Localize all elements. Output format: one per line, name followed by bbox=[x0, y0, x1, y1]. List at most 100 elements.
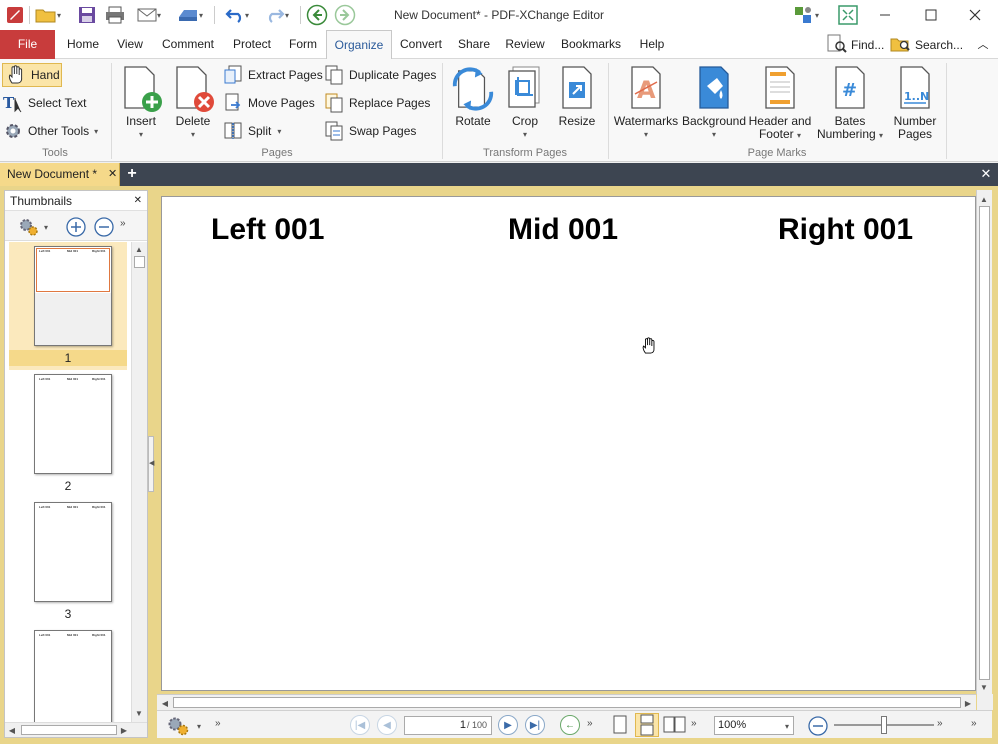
page-number-input[interactable]: 1/ 100 bbox=[404, 716, 492, 735]
more-layout-icon[interactable]: » bbox=[691, 718, 697, 729]
zoom-out-thumbs-icon[interactable] bbox=[93, 216, 115, 241]
duplicate-pages-button[interactable]: Duplicate Pages bbox=[323, 63, 436, 87]
single-page-icon[interactable] bbox=[611, 715, 629, 738]
tab-organize[interactable]: Organize bbox=[326, 30, 392, 60]
resize-button[interactable]: Resize bbox=[552, 63, 602, 128]
thumbnail-image: Left 001 Mid 001 Right 001 bbox=[34, 630, 112, 722]
tab-view[interactable]: View bbox=[111, 30, 149, 59]
zoom-slider-thumb[interactable] bbox=[881, 716, 887, 734]
more-nav-icon[interactable]: » bbox=[587, 718, 593, 729]
file-tab[interactable]: File bbox=[0, 30, 55, 59]
rotate-button[interactable]: Rotate bbox=[446, 63, 500, 128]
insert-pages-button[interactable]: Insert ▾ bbox=[116, 63, 166, 141]
fullscreen-icon[interactable] bbox=[836, 3, 860, 27]
thumbnail-page-4[interactable]: Left 001 Mid 001 Right 001 4 bbox=[9, 626, 127, 722]
close-all-icon[interactable]: ✕ bbox=[978, 166, 994, 182]
document-view: Left 001 Mid 001 Right 001 ▲ ▼ ◀ ▶ ▾ » |… bbox=[157, 190, 994, 738]
page-marks-group-label: Page Marks bbox=[747, 147, 807, 159]
other-tools-button[interactable]: Other Tools ▾ bbox=[2, 119, 98, 143]
scroll-thumb[interactable] bbox=[134, 256, 145, 268]
thumbnails-horizontal-scrollbar[interactable]: ◀ ▶ bbox=[5, 722, 147, 737]
scroll-left-icon[interactable]: ◀ bbox=[158, 696, 172, 710]
minimize-button[interactable] bbox=[862, 0, 908, 30]
background-button[interactable]: Background ▾ bbox=[681, 63, 747, 141]
mini-text: Mid 001 bbox=[67, 377, 79, 381]
back-view-button[interactable]: ← bbox=[560, 715, 580, 735]
move-pages-button[interactable]: Move Pages bbox=[222, 91, 315, 115]
current-page-value: 1 bbox=[459, 719, 466, 731]
more-zoom-icon[interactable]: » bbox=[937, 718, 943, 729]
find-button[interactable]: Find... bbox=[826, 34, 886, 56]
thumbnail-page-1[interactable]: Left 001 Mid 001 Right 001 1 bbox=[9, 242, 127, 370]
select-text-button[interactable]: T Select Text bbox=[2, 91, 86, 115]
document-horizontal-scrollbar[interactable]: ◀ ▶ bbox=[157, 694, 976, 710]
thumbnail-page-2[interactable]: Left 001 Mid 001 Right 001 2 bbox=[9, 370, 127, 498]
first-page-button[interactable]: |◀ bbox=[350, 715, 370, 735]
two-page-icon[interactable] bbox=[663, 715, 687, 738]
extract-pages-button[interactable]: Extract Pages bbox=[222, 63, 323, 87]
scroll-thumb[interactable] bbox=[173, 697, 961, 708]
thumbnails-toolbar: ▾ » bbox=[5, 211, 147, 241]
status-overflow-icon[interactable]: » bbox=[971, 718, 977, 729]
svg-text:▾: ▾ bbox=[44, 223, 48, 232]
crop-button[interactable]: Crop ▾ bbox=[502, 63, 548, 141]
more-status-icon[interactable]: » bbox=[215, 718, 221, 729]
number-pages-label-2: Pages bbox=[897, 127, 933, 141]
thumbnails-vertical-scrollbar[interactable]: ▲ ▼ bbox=[131, 242, 147, 722]
maximize-button[interactable] bbox=[908, 0, 954, 30]
tab-protect[interactable]: Protect bbox=[227, 30, 277, 59]
prev-page-button[interactable]: ◀ bbox=[377, 715, 397, 735]
number-pages-button[interactable]: 1..N Number Pages bbox=[887, 63, 943, 141]
scroll-thumb[interactable] bbox=[979, 206, 990, 680]
ui-options-icon[interactable]: ▾ bbox=[786, 3, 826, 27]
tab-help[interactable]: Help bbox=[633, 30, 671, 59]
hand-tool-button[interactable]: Hand bbox=[2, 63, 62, 87]
pane-splitter[interactable]: ◀ bbox=[148, 190, 156, 738]
tab-form[interactable]: Form bbox=[283, 30, 323, 59]
scroll-right-icon[interactable]: ▶ bbox=[961, 696, 975, 710]
document-tab[interactable]: New Document * ✕ bbox=[0, 163, 120, 186]
scroll-down-icon[interactable]: ▼ bbox=[977, 680, 991, 694]
split-button[interactable]: Split ▾ bbox=[222, 119, 281, 143]
close-tab-icon[interactable]: ✕ bbox=[108, 163, 117, 186]
thumbnail-options-icon[interactable]: ▾ bbox=[17, 217, 51, 240]
scroll-down-icon[interactable]: ▼ bbox=[132, 706, 146, 720]
ribbon-collapse-icon[interactable]: ︿ bbox=[975, 36, 991, 52]
document-vertical-scrollbar[interactable]: ▲ ▼ bbox=[976, 190, 992, 694]
tab-convert[interactable]: Convert bbox=[395, 30, 447, 59]
close-pane-icon[interactable]: ✕ bbox=[134, 191, 142, 211]
move-pages-label: Move Pages bbox=[248, 96, 315, 110]
scroll-left-icon[interactable]: ◀ bbox=[5, 723, 19, 737]
swap-pages-button[interactable]: Swap Pages bbox=[323, 119, 416, 143]
tab-comment[interactable]: Comment bbox=[155, 30, 221, 59]
tab-bookmarks[interactable]: Bookmarks bbox=[555, 30, 627, 59]
tab-share[interactable]: Share bbox=[453, 30, 495, 59]
bates-numbering-button[interactable]: # Bates Numbering ▾ bbox=[815, 63, 885, 142]
watermarks-button[interactable]: A Watermarks ▾ bbox=[613, 63, 679, 141]
delete-pages-button[interactable]: Delete ▾ bbox=[168, 63, 218, 141]
search-button[interactable]: Search... bbox=[890, 34, 964, 56]
continuous-page-icon[interactable] bbox=[635, 713, 659, 737]
thumbnail-page-3[interactable]: Left 001 Mid 001 Right 001 3 bbox=[9, 498, 127, 626]
scroll-up-icon[interactable]: ▲ bbox=[132, 242, 146, 256]
close-window-button[interactable] bbox=[952, 0, 998, 30]
zoom-select[interactable]: 100% ▾ bbox=[714, 716, 794, 735]
menu-bar: File Home View Comment Protect Form Orga… bbox=[0, 30, 998, 60]
more-options-icon[interactable]: » bbox=[120, 218, 126, 229]
tab-review[interactable]: Review bbox=[501, 30, 549, 59]
viewport-indicator[interactable] bbox=[36, 248, 110, 292]
next-page-button[interactable]: ▶ bbox=[498, 715, 518, 735]
zoom-in-thumbs-icon[interactable] bbox=[65, 216, 87, 241]
status-options-icon[interactable]: ▾ bbox=[165, 715, 203, 740]
new-tab-icon[interactable]: + bbox=[124, 166, 140, 182]
zoom-out-icon[interactable] bbox=[807, 715, 829, 740]
pdf-page[interactable]: Left 001 Mid 001 Right 001 bbox=[161, 196, 976, 691]
replace-pages-button[interactable]: Replace Pages bbox=[323, 91, 430, 115]
scroll-thumb[interactable] bbox=[21, 725, 117, 735]
scroll-right-icon[interactable]: ▶ bbox=[117, 723, 131, 737]
last-page-button[interactable]: ▶| bbox=[525, 715, 545, 735]
tab-home[interactable]: Home bbox=[61, 30, 105, 59]
scroll-up-icon[interactable]: ▲ bbox=[977, 192, 991, 206]
header-footer-button[interactable]: Header and Footer ▾ bbox=[747, 63, 813, 142]
collapse-pane-icon[interactable]: ◀ bbox=[148, 436, 154, 492]
